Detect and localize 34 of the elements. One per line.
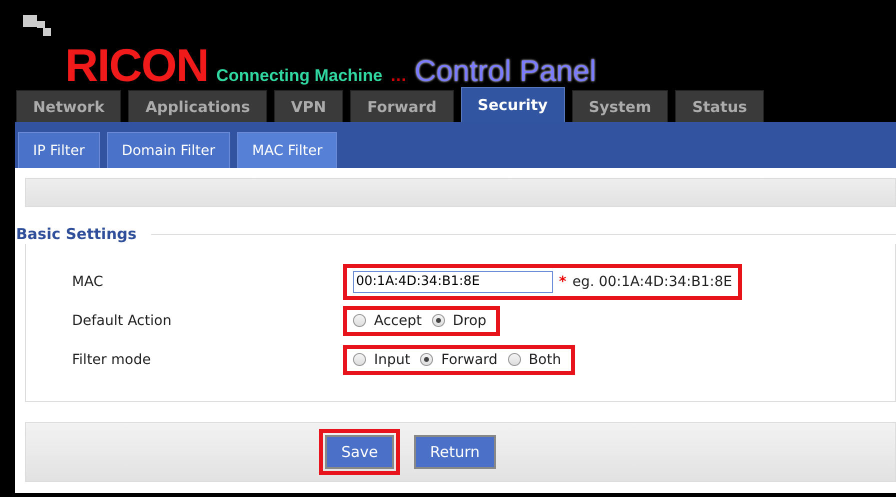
sub-tab[interactable]: MAC Filter (237, 132, 338, 168)
nav-tab[interactable]: Applications (128, 90, 268, 122)
field-label: MAC (71, 274, 104, 290)
radio-label: Accept (374, 312, 422, 328)
field-label: Filter mode (71, 352, 152, 368)
field-label: Default Action (71, 312, 172, 328)
radio-label: Drop (452, 312, 486, 328)
section-title: Basic Settings (16, 225, 138, 243)
brand-name: RICON (65, 38, 208, 92)
action-button[interactable]: Save (325, 435, 394, 469)
ellipsis: ... (390, 69, 406, 85)
sub-tab[interactable]: Domain Filter (106, 132, 230, 168)
nav-tab[interactable]: System (572, 90, 668, 122)
radio-label: Input (374, 352, 410, 368)
nav-tab[interactable]: Network (16, 90, 122, 122)
tagline: Connecting Machine (216, 66, 382, 86)
required-mark: * (559, 274, 566, 290)
panel-title: Control Panel (414, 55, 596, 89)
logo-icon (23, 15, 53, 39)
nav-tab[interactable]: VPN (274, 90, 344, 122)
radio-button[interactable] (508, 353, 521, 366)
radio-button[interactable] (432, 314, 445, 327)
radio-button[interactable] (420, 353, 434, 366)
radio-button[interactable] (353, 353, 366, 366)
nav-tab[interactable]: Status (675, 90, 764, 122)
action-button[interactable]: Return (414, 435, 496, 469)
nav-tab[interactable]: Forward (350, 90, 454, 122)
nav-tab[interactable]: Security (460, 87, 565, 122)
sub-tab[interactable]: IP Filter (18, 132, 100, 168)
radio-label: Both (528, 352, 562, 368)
radio-label: Forward (441, 352, 498, 368)
radio-button[interactable] (353, 314, 366, 327)
mac-input[interactable]: 00:1A:4D:34:B1:8E (353, 270, 553, 292)
hint-text: eg. 00:1A:4D:34:B1:8E (572, 274, 732, 290)
